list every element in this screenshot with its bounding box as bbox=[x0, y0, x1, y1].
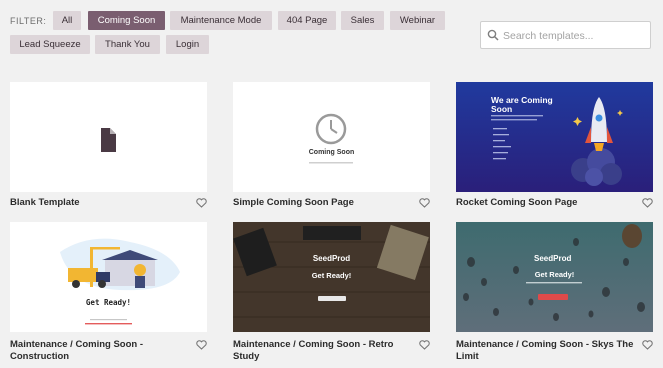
thumbnail-brand: SeedProd bbox=[312, 254, 351, 263]
template-title[interactable]: Maintenance / Coming Soon - Skys The Lim… bbox=[456, 339, 642, 363]
filter-chip-coming-soon[interactable]: Coming Soon bbox=[88, 11, 165, 30]
template-thumbnail[interactable]: SeedProd Get Ready! bbox=[456, 222, 653, 332]
search-icon bbox=[487, 29, 499, 41]
template-title[interactable]: Maintenance / Coming Soon - Construction bbox=[10, 339, 196, 363]
thumbnail-heading: Coming Soon bbox=[308, 149, 355, 156]
template-thumbnail[interactable]: Coming Soon bbox=[233, 82, 430, 192]
clock-icon bbox=[309, 113, 353, 164]
template-thumbnail[interactable]: We are Coming Soon bbox=[456, 82, 653, 192]
heart-icon[interactable] bbox=[196, 198, 207, 208]
heart-icon[interactable] bbox=[419, 198, 430, 208]
heart-icon[interactable] bbox=[642, 340, 653, 350]
heart-icon[interactable] bbox=[642, 198, 653, 208]
filter-chip-maintenance-mode[interactable]: Maintenance Mode bbox=[170, 11, 272, 30]
thumbnail-heading: Get Ready! bbox=[85, 298, 132, 307]
thumbnail-heading: We are Coming Soon bbox=[491, 95, 553, 114]
filter-chip-all[interactable]: All bbox=[53, 11, 81, 30]
template-library: FILTER: All Coming Soon Maintenance Mode… bbox=[0, 0, 663, 368]
thumbnail-heading: Get Ready! bbox=[311, 271, 352, 280]
thumbnail-brand: SeedProd bbox=[534, 254, 572, 263]
template-thumbnail[interactable]: SeedProd Get Ready! bbox=[233, 222, 430, 332]
filter-chip-thank-you[interactable]: Thank You bbox=[95, 35, 160, 54]
search-input[interactable]: Search templates... bbox=[480, 21, 651, 49]
heart-icon[interactable] bbox=[196, 340, 207, 350]
filter-label: FILTER: bbox=[10, 16, 47, 26]
template-title[interactable]: Rocket Coming Soon Page bbox=[456, 197, 642, 209]
filter-chip-404-page[interactable]: 404 Page bbox=[278, 11, 336, 30]
template-thumbnail[interactable] bbox=[10, 82, 207, 192]
search-placeholder: Search templates... bbox=[503, 30, 594, 42]
filter-chip-sales[interactable]: Sales bbox=[341, 11, 384, 30]
filter-chip-login[interactable]: Login bbox=[166, 35, 209, 54]
document-icon bbox=[101, 128, 116, 152]
template-thumbnail[interactable]: Get Ready! bbox=[10, 222, 207, 332]
construction-illustration bbox=[60, 238, 180, 325]
heart-icon[interactable] bbox=[419, 340, 430, 350]
filter-chip-webinar[interactable]: Webinar bbox=[390, 11, 445, 30]
template-title[interactable]: Maintenance / Coming Soon - Retro Study bbox=[233, 339, 419, 363]
template-title[interactable]: Blank Template bbox=[10, 197, 196, 209]
filter-chip-lead-squeeze[interactable]: Lead Squeeze bbox=[10, 35, 90, 54]
thumbnail-heading: Get Ready! bbox=[534, 270, 575, 279]
template-title[interactable]: Simple Coming Soon Page bbox=[233, 197, 419, 209]
